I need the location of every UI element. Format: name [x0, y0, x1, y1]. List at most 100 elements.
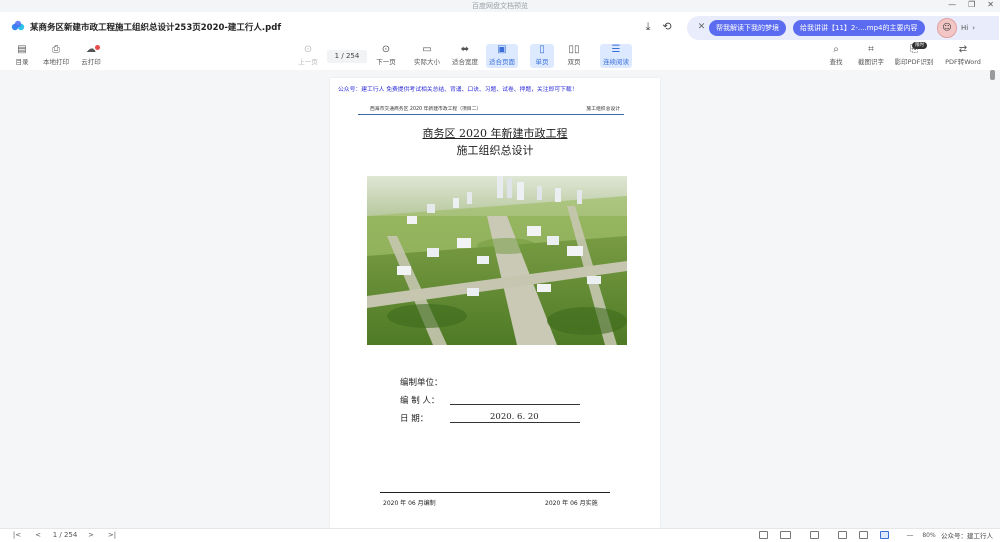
search-icon: ⌕	[833, 44, 839, 55]
minimize-button[interactable]: —	[948, 0, 956, 9]
watermark-text: 公众号：建工行人	[941, 532, 993, 540]
local-print-button[interactable]: ⎙ 本地打印	[42, 44, 70, 68]
screenshot-ocr-icon: ⌗	[868, 44, 874, 55]
fit-width-button[interactable]: ⬌ 适合宽度	[451, 44, 479, 68]
ai-assistant-avatar[interactable]: ☺ Hi ›	[937, 18, 987, 38]
fit-width-view-icon[interactable]	[859, 531, 868, 539]
notification-dot	[95, 45, 100, 50]
date-value: 2020. 6. 20	[490, 412, 539, 422]
double-page-view-icon[interactable]	[780, 531, 791, 539]
pdf-to-word-icon: ⇄	[958, 44, 968, 55]
current-page: 1	[334, 52, 340, 60]
local-print-label: 本地打印	[43, 58, 69, 66]
cloud-print-label: 云打印	[81, 58, 101, 66]
promo-text: 公众号：建工行人 免费提供考试相关总结、背诵、口诀、习题、试卷、押题，关注即可下…	[338, 87, 578, 93]
document-heading-2: 施工组织总设计	[456, 144, 534, 157]
share-icon[interactable]: ⟲	[660, 20, 674, 34]
double-page-icon: ▯▯	[568, 44, 580, 55]
page-header: 西海市交通商务区 2020 年新建市政工程（项目二） 施工组织总设计	[358, 105, 624, 115]
fit-page-label: 适合页面	[489, 58, 515, 66]
close-icon[interactable]: ✕	[696, 22, 707, 33]
close-window-button[interactable]: ✕	[987, 0, 994, 9]
scrollbar-thumb[interactable]	[990, 70, 995, 80]
maximize-button[interactable]: ❐	[968, 0, 975, 9]
page-header-right: 施工组织总设计	[586, 107, 620, 112]
heading-1-text: 商务区 2020 年新建市政工程	[422, 127, 568, 140]
actual-size-icon: ▭	[422, 44, 432, 55]
page-header-left: 西海市交通商务区 2020 年新建市政工程（项目二）	[370, 107, 482, 112]
prev-page-button[interactable]: ⊙ 上一页	[296, 44, 320, 68]
continuous-read-button[interactable]: ☰ 连续阅读	[600, 44, 632, 68]
continuous-icon: ☰	[611, 44, 621, 55]
window-title: 百度网盘文档预览	[472, 2, 528, 10]
pdf-to-word-button[interactable]: ⇄ PDF转Word	[944, 44, 982, 68]
ai-suggestion-dream[interactable]: 帮我解读下我的梦境	[709, 20, 786, 36]
actual-size-view-icon[interactable]	[838, 531, 847, 539]
footer-compiled-date: 2020 年 06 月编制	[383, 500, 436, 507]
ai-suggestion-video[interactable]: 给我讲讲【11】2-....mp4的主要内容	[793, 20, 925, 36]
print-icon: ⎙	[52, 44, 60, 55]
next-page-button[interactable]: ⊙ 下一页	[374, 44, 398, 68]
label-compile-unit: 编制单位：	[400, 378, 443, 388]
fit-page-icon: ▣	[497, 44, 507, 55]
label-compiler: 编 制 人：	[400, 396, 440, 406]
ai-assistant-bar: ✕ 帮我解读下我的梦境 给我讲讲【11】2-....mp4的主要内容 ☺ Hi …	[687, 16, 999, 40]
footer-implement-date: 2020 年 06 月实施	[545, 500, 598, 507]
next-page-label: 下一页	[376, 58, 396, 66]
single-page-button[interactable]: ▯ 单页	[530, 44, 554, 68]
search-label: 查找	[829, 58, 843, 66]
vertical-scrollbar[interactable]	[989, 70, 997, 528]
screenshot-ocr-button[interactable]: ⌗ 截图识字	[857, 44, 885, 68]
arrow-up-icon: ⊙	[303, 44, 313, 55]
baidu-netdisk-logo	[11, 20, 25, 31]
single-page-icon: ▯	[539, 44, 545, 55]
prev-page-label: 上一页	[298, 58, 318, 66]
label-date: 日 期：	[400, 414, 429, 424]
document-viewer[interactable]: 公众号：建工行人 免费提供考试相关总结、背诵、口诀、习题、试卷、押题，关注即可下…	[0, 70, 1000, 528]
scan-pdf-label: 影印PDF识别	[894, 58, 934, 66]
compiler-underline	[450, 404, 580, 405]
fit-page-view-icon[interactable]	[880, 531, 889, 539]
city-aerial-image	[367, 176, 627, 345]
continuous-label: 连续阅读	[603, 58, 629, 66]
total-pages: / 254	[341, 52, 360, 60]
arrow-down-icon: ⊙	[381, 44, 391, 55]
last-page-button[interactable]: >|	[106, 530, 118, 541]
zoom-level[interactable]: 80%	[920, 530, 938, 541]
fit-width-icon: ⬌	[460, 44, 470, 55]
document-title: 某商务区新建市政工程施工组织总设计253页2020-建工行人.pdf	[30, 23, 282, 33]
page-indicator: 1 / 254	[52, 531, 78, 539]
viewer-toolbar: ▤ 目录 ⎙ 本地打印 ☁ 云打印 ⊙ 上一页 1 / 254 ⊙ 下一页 ▭ …	[0, 42, 1000, 71]
double-page-label: 双页	[567, 58, 581, 66]
download-icon[interactable]: ⤓	[641, 20, 655, 34]
search-button[interactable]: ⌕ 查找	[828, 44, 844, 68]
screenshot-ocr-label: 截图识字	[858, 58, 884, 66]
date-underline	[450, 422, 580, 423]
avatar: ☺	[937, 18, 957, 38]
first-page-button[interactable]: |<	[12, 530, 22, 541]
bottom-status-bar: |< < 1 / 254 > >| — 80%	[0, 528, 1000, 542]
prev-page-small-button[interactable]: <	[33, 530, 43, 541]
toc-icon: ▤	[17, 44, 27, 55]
pdf-to-word-label: PDF转Word	[945, 58, 981, 66]
double-page-button[interactable]: ▯▯ 双页	[563, 44, 585, 68]
page-number-input[interactable]: 1 / 254	[327, 50, 367, 63]
single-page-view-icon[interactable]	[759, 531, 768, 539]
fit-width-label: 适合宽度	[452, 58, 478, 66]
continuous-view-icon[interactable]	[810, 531, 819, 539]
limited-time-badge: 限时	[912, 42, 927, 49]
document-heading-1: 商务区 2020 年新建市政工程	[330, 125, 660, 141]
toc-label: 目录	[15, 58, 29, 66]
pdf-page: 公众号：建工行人 免费提供考试相关总结、背诵、口诀、习题、试卷、押题，关注即可下…	[330, 78, 660, 528]
chevron-right-icon: ›	[972, 24, 976, 32]
actual-size-label: 实际大小	[414, 58, 440, 66]
actual-size-button[interactable]: ▭ 实际大小	[413, 44, 441, 68]
footer-divider	[380, 492, 610, 493]
zoom-out-button[interactable]: —	[905, 530, 915, 541]
next-page-small-button[interactable]: >	[86, 530, 96, 541]
toc-button[interactable]: ▤ 目录	[12, 44, 32, 68]
greeting-text: Hi	[961, 24, 969, 32]
single-page-label: 单页	[535, 58, 549, 66]
fit-page-button[interactable]: ▣ 适合页面	[486, 44, 518, 68]
window-controls: — ❐ ✕	[948, 0, 994, 9]
